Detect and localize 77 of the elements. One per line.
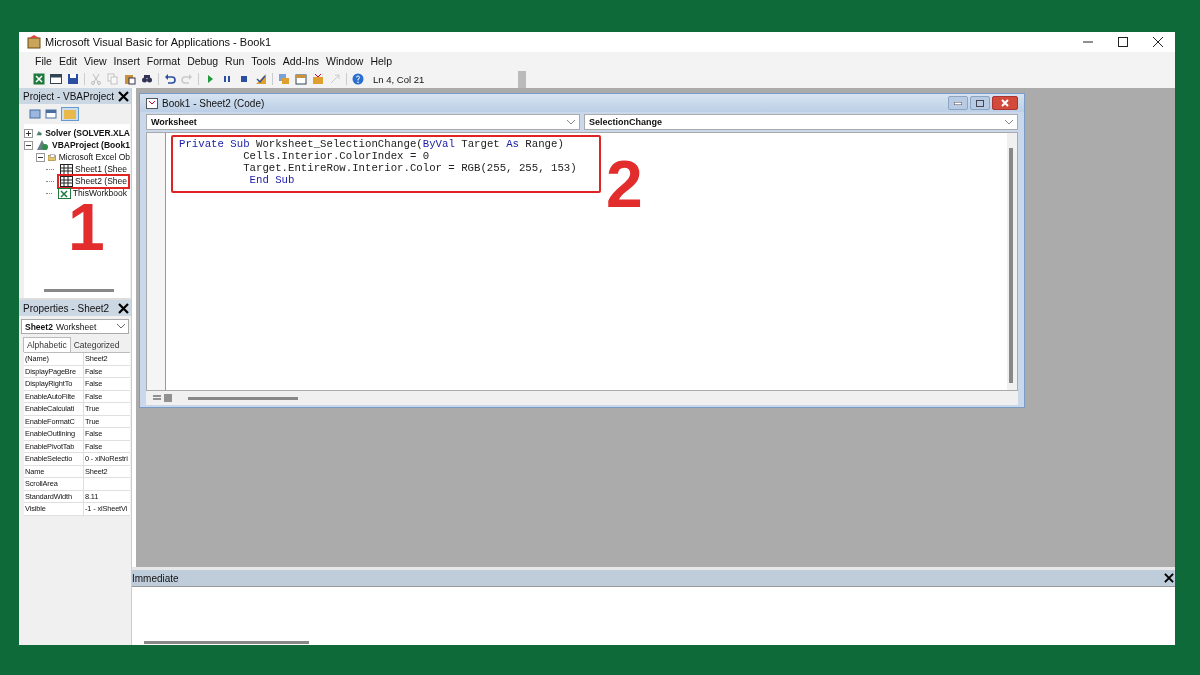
menu-item[interactable]: Insert [113,55,140,67]
undo-icon[interactable] [164,73,176,85]
toggle-folders-button[interactable] [61,107,79,121]
maximize-button[interactable] [970,96,990,110]
sheet-icon [60,163,73,175]
find-icon[interactable] [141,73,153,85]
menu-item[interactable]: Edit [58,55,77,67]
close-icon [1001,99,1009,107]
expander-icon[interactable] [24,140,33,150]
menu-item[interactable]: Format [146,55,181,67]
menu-item[interactable]: Run [225,55,245,67]
toolbar-scroll-handle[interactable] [518,70,526,88]
panel-title: Immediate [132,572,179,584]
tree-item[interactable]: VBAProject (Book1 [52,140,130,150]
application-icon [27,35,41,49]
panel-title: Properties - Sheet2 [23,302,110,314]
close-icon[interactable] [118,90,129,102]
window-title: Book1 - Sheet2 (Code) [162,97,265,109]
cursor-position: Ln 4, Col 21 [373,73,426,85]
close-icon[interactable] [1153,37,1163,47]
folder-icon [48,151,56,163]
pause-icon[interactable] [221,73,233,85]
close-icon[interactable] [1164,573,1174,583]
expander-icon[interactable] [24,128,33,138]
scrollbar-thumb[interactable] [1009,148,1013,383]
workbook-icon [57,187,71,199]
view-object-icon[interactable] [45,108,57,120]
expander-icon[interactable] [36,152,45,162]
menu-item[interactable]: View [84,55,107,67]
tree-item[interactable]: Microsoft Excel Ob [58,152,130,162]
code-line: Cells.Interior.ColorIndex = 0 [242,150,431,162]
toolbox-icon[interactable] [312,73,324,85]
menu-item[interactable]: Window [326,55,364,67]
form-icon[interactable] [50,73,62,85]
save-icon[interactable] [67,73,79,85]
close-icon[interactable] [118,302,129,314]
tree-item[interactable]: ThisWorkbook [72,188,127,198]
scrollbar-thumb[interactable] [44,289,114,292]
close-button[interactable] [992,96,1018,110]
annotation-number: 2 [606,151,643,217]
window-title: Microsoft Visual Basic for Applications - Book1 [45,36,271,48]
code-window-icon [146,97,158,109]
chevron-down-icon [117,324,125,329]
design-icon[interactable] [255,73,267,85]
menu-item[interactable]: Add-Ins [282,55,320,67]
sheet-icon [60,175,73,187]
tab[interactable]: Categorized [70,338,123,352]
tree-item[interactable]: Sheet1 (Shee [75,164,127,174]
code-line: End Sub [248,174,296,186]
excel-icon[interactable] [33,73,45,85]
procedure-dropdown[interactable]: SelectionChange [584,114,1018,130]
maximize-icon[interactable] [1118,37,1128,47]
help-icon[interactable] [352,73,364,85]
chevron-down-icon [1005,119,1013,125]
menu-item[interactable]: Help [370,55,392,67]
stop-icon[interactable] [238,73,250,85]
menu-item[interactable]: Debug [187,55,219,67]
properties-icon[interactable] [295,73,307,85]
scrollbar-thumb[interactable] [188,396,298,400]
menu-item[interactable]: File [35,55,52,67]
tree-item[interactable]: Solver (SOLVER.XLA [45,128,130,138]
object-dropdown[interactable]: Worksheet [146,114,580,130]
full-module-view-icon[interactable] [163,393,173,403]
menu-item[interactable]: Tools [251,55,276,67]
object-dropdown[interactable]: Sheet2 Worksheet [21,319,129,334]
scrollbar-thumb[interactable] [144,641,309,644]
code-line: Target.EntireRow.Interior.Color = RGB(255, 255, 153) [242,162,577,174]
code-line: Private Sub Worksheet_SelectionChange(ByVal Target As Range) [179,138,565,150]
tab[interactable]: Alphabetic [23,337,71,352]
folder-icon [64,109,76,119]
chevron-down-icon [567,119,575,125]
maximize-icon [976,99,984,107]
paste-icon[interactable] [124,73,136,85]
minimize-icon [954,101,962,105]
panel-title: Project - VBAProject [23,90,115,102]
view-code-icon[interactable] [29,108,41,120]
procedure-view-icon[interactable] [152,393,162,403]
